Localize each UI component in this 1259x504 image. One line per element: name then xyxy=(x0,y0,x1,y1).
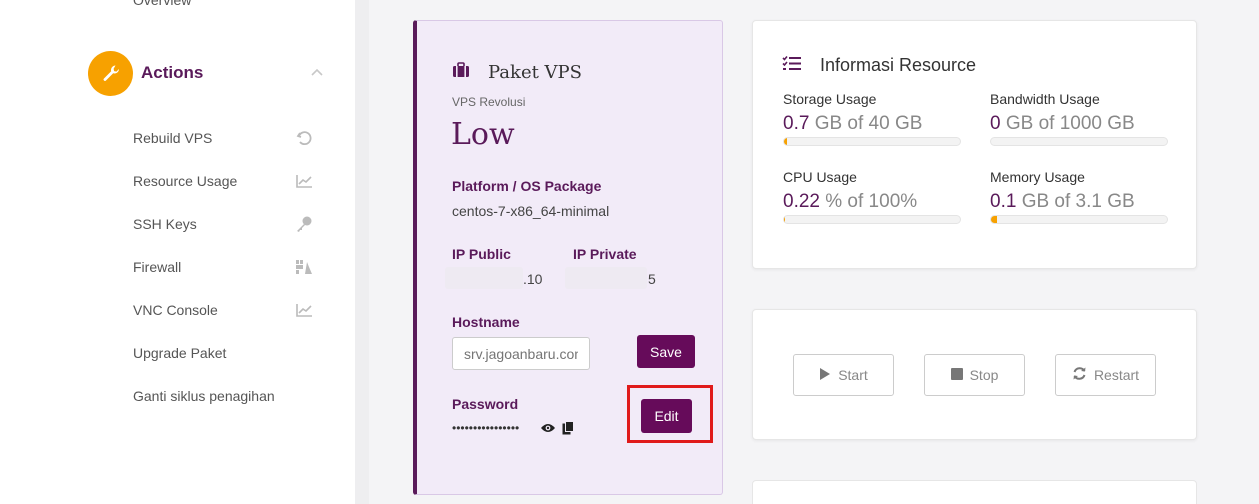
storage-usage-bar-fill xyxy=(784,138,788,145)
sidebar-item-label: SSH Keys xyxy=(133,215,197,232)
plan-name: Low xyxy=(451,117,515,152)
storage-usage-number: 0.7 xyxy=(783,113,810,134)
next-card xyxy=(752,480,1197,504)
sidebar-item-label: VNC Console xyxy=(133,301,218,318)
briefcase-icon xyxy=(452,62,470,83)
chart-icon xyxy=(295,172,313,190)
start-button[interactable]: Start xyxy=(793,354,894,396)
sidebar-item-label: Firewall xyxy=(133,258,182,275)
ip-public-value: .10 xyxy=(523,271,543,287)
highlight-outline xyxy=(627,385,713,443)
actions-section-header[interactable]: Actions xyxy=(88,50,328,96)
actions-menu: Rebuild VPS Resource Usage SSH Keys Fire… xyxy=(133,116,313,417)
password-label: Password xyxy=(452,396,519,412)
storage-usage-suffix: GB of 40 GB xyxy=(809,113,923,134)
actions-label: Actions xyxy=(141,63,204,82)
bandwidth-usage-value: 0 GB of 1000 GB xyxy=(990,113,1168,135)
password-actions xyxy=(540,421,574,440)
eye-icon[interactable] xyxy=(540,421,556,440)
ip-public-label: IP Public xyxy=(452,246,511,262)
bandwidth-usage: Bandwidth Usage 0 GB of 1000 GB xyxy=(990,91,1168,146)
sidebar-item-overview[interactable]: Overview xyxy=(133,0,191,8)
bandwidth-usage-number: 0 xyxy=(990,113,1001,134)
ip-private-value: 5 xyxy=(648,271,656,287)
restart-button[interactable]: Restart xyxy=(1055,354,1156,396)
sidebar-item-label: Rebuild VPS xyxy=(133,129,213,146)
resource-title: Informasi Resource xyxy=(782,55,976,76)
storage-usage-bar xyxy=(783,137,961,146)
sidebar-item-vnc-console[interactable]: VNC Console xyxy=(133,288,313,331)
paket-vps-card: Paket VPS VPS Revolusi Low Platform / OS… xyxy=(413,20,723,495)
ip-private-label: IP Private xyxy=(573,246,637,262)
refresh-icon xyxy=(1072,366,1087,384)
storage-usage-value: 0.7 GB of 40 GB xyxy=(783,113,961,135)
cpu-usage-suffix: % of 100% xyxy=(819,191,918,212)
sidebar-item-label: Resource Usage xyxy=(133,172,238,189)
start-label: Start xyxy=(838,367,868,383)
sidebar-item-firewall[interactable]: Firewall xyxy=(133,245,313,288)
cpu-usage-label: CPU Usage xyxy=(783,169,857,185)
undo-icon xyxy=(295,129,313,147)
storage-usage: Storage Usage 0.7 GB of 40 GB xyxy=(783,91,961,146)
hostname-input[interactable] xyxy=(452,337,590,370)
memory-usage-value: 0.1 GB of 3.1 GB xyxy=(990,191,1168,213)
platform-label: Platform / OS Package xyxy=(452,178,602,194)
sidebar-divider xyxy=(355,0,369,504)
sidebar-item-label: Upgrade Paket xyxy=(133,344,227,361)
play-icon xyxy=(819,367,831,384)
sidebar-item-label: Ganti siklus penagihan xyxy=(133,387,275,404)
sidebar-item-upgrade-paket[interactable]: Upgrade Paket xyxy=(133,331,313,374)
sidebar-item-ganti-siklus[interactable]: Ganti siklus penagihan xyxy=(133,374,313,417)
vps-control-card: Start Stop Restart xyxy=(752,309,1197,440)
resource-title-text: Informasi Resource xyxy=(820,55,977,75)
hostname-label: Hostname xyxy=(452,314,520,330)
memory-usage-bar-fill xyxy=(991,216,997,223)
bandwidth-usage-suffix: GB of 1000 GB xyxy=(1000,113,1135,134)
cpu-usage-bar xyxy=(783,215,961,224)
memory-usage-number: 0.1 xyxy=(990,191,1017,212)
resource-info-card: Informasi Resource Storage Usage 0.7 GB … xyxy=(752,20,1197,269)
chart-icon xyxy=(295,301,313,319)
paket-subtitle: VPS Revolusi xyxy=(452,95,526,109)
paket-vps-title-text: Paket VPS xyxy=(488,62,582,83)
memory-usage-bar xyxy=(990,215,1168,224)
stop-icon xyxy=(950,367,963,383)
ip-public-redacted xyxy=(445,267,523,289)
checklist-icon xyxy=(782,55,802,76)
memory-usage: Memory Usage 0.1 GB of 3.1 GB xyxy=(990,169,1168,224)
paket-vps-title: Paket VPS xyxy=(452,62,582,83)
stop-label: Stop xyxy=(969,367,999,383)
stop-button[interactable]: Stop xyxy=(924,354,1025,396)
copy-icon[interactable] xyxy=(562,421,574,440)
save-button[interactable]: Save xyxy=(637,335,695,368)
storage-usage-label: Storage Usage xyxy=(783,91,877,107)
firewall-icon xyxy=(295,258,313,276)
memory-usage-suffix: GB of 3.1 GB xyxy=(1016,191,1135,212)
cpu-usage: CPU Usage 0.22 % of 100% xyxy=(783,169,961,224)
sidebar-item-rebuild-vps[interactable]: Rebuild VPS xyxy=(133,116,313,159)
platform-value: centos-7-x86_64-minimal xyxy=(452,203,610,219)
sidebar: Overview Actions Rebuild VPS Resource Us… xyxy=(0,0,355,504)
memory-usage-label: Memory Usage xyxy=(990,169,1085,185)
cpu-usage-number: 0.22 xyxy=(783,191,820,212)
restart-label: Restart xyxy=(1093,367,1140,383)
wrench-icon xyxy=(88,50,133,96)
bandwidth-usage-bar xyxy=(990,137,1168,146)
key-icon xyxy=(295,215,313,233)
cpu-usage-value: 0.22 % of 100% xyxy=(783,191,961,213)
chevron-up-icon[interactable] xyxy=(310,64,324,82)
sidebar-item-ssh-keys[interactable]: SSH Keys xyxy=(133,202,313,245)
ip-private-redacted xyxy=(565,267,647,289)
password-mask: •••••••••••••••• xyxy=(452,421,520,435)
bandwidth-usage-label: Bandwidth Usage xyxy=(990,91,1100,107)
sidebar-item-resource-usage[interactable]: Resource Usage xyxy=(133,159,313,202)
